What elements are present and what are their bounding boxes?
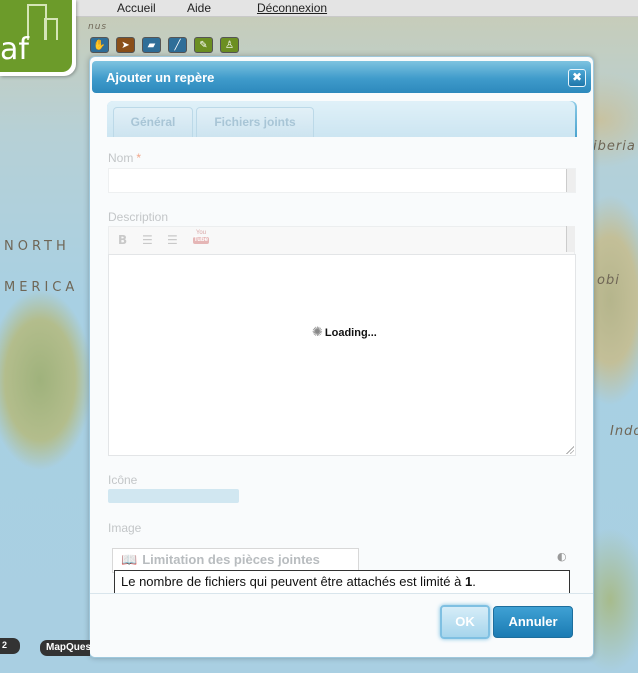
tab-fichiers-joints[interactable]: Fichiers joints: [196, 107, 314, 137]
resize-grip-icon[interactable]: [565, 445, 574, 454]
editor-toolbar: B ☰ ☰ You Tube: [108, 226, 575, 254]
line-icon: ╱: [174, 39, 181, 51]
attachments-limit-title: Limitation des pièces jointes: [142, 552, 320, 567]
pin-icon: ✎: [199, 39, 208, 51]
icone-label: Icône: [108, 473, 138, 487]
dialog-title: Ajouter un repère: [106, 70, 215, 85]
editor-toolbar-scrollbar[interactable]: [566, 226, 575, 252]
app-logo[interactable]: af: [0, 0, 76, 76]
youtube-icon-top: You: [195, 230, 207, 236]
description-editor[interactable]: ✺ Loading...: [108, 254, 576, 456]
book-icon: 📖: [121, 553, 138, 568]
nom-input[interactable]: [108, 168, 576, 193]
bullet-list-icon[interactable]: ☰: [142, 233, 153, 247]
mapquest-badge[interactable]: MapQuest: [40, 640, 90, 656]
building-small-icon: [44, 18, 58, 40]
select-tool-button[interactable]: ➤: [116, 37, 135, 53]
ok-button[interactable]: OK: [440, 605, 490, 639]
map-label-indian-ocean: Indo: [610, 424, 638, 439]
marker-icon: ♙: [225, 39, 234, 51]
logo-background: af: [0, 0, 72, 72]
annuler-button[interactable]: Annuler: [493, 606, 573, 638]
limit-message-end: .: [472, 574, 476, 589]
pin-tool-button[interactable]: ✎: [194, 37, 213, 53]
line-tool-button[interactable]: ╱: [168, 37, 187, 53]
nom-scrollbar[interactable]: [566, 169, 575, 192]
polygon-tool-button[interactable]: ▰: [142, 37, 161, 53]
hand-icon: ✋: [93, 39, 106, 51]
add-marker-dialog: Ajouter un repère ✖ Général Fichiers joi…: [89, 56, 594, 658]
icone-selector[interactable]: [108, 489, 239, 503]
map-toolbar: ✋ ➤ ▰ ╱ ✎ ♙: [90, 37, 239, 53]
bold-button[interactable]: B: [118, 233, 127, 247]
description-label: Description: [108, 210, 169, 224]
required-asterisk: *: [136, 151, 142, 165]
pan-tool-button[interactable]: ✋: [90, 37, 109, 53]
youtube-icon-bottom: Tube: [193, 237, 209, 244]
map-label-north: NORTH: [4, 239, 70, 254]
tab-general[interactable]: Général: [113, 107, 193, 137]
close-dialog-button[interactable]: ✖: [568, 69, 586, 87]
numbered-list-icon[interactable]: ☰: [167, 233, 178, 247]
marker-tool-button[interactable]: ♙: [220, 37, 239, 53]
spinner-icon: ✺: [312, 325, 323, 340]
map-label: nus: [88, 22, 108, 32]
nom-label-text: Nom: [108, 151, 134, 165]
limit-message-text: Le nombre de fichiers qui peuvent être a…: [121, 574, 465, 589]
nav-accueil-link[interactable]: Accueil: [117, 1, 156, 15]
image-label: Image: [108, 521, 142, 535]
polygon-icon: ▰: [147, 39, 156, 51]
nav-aide-link[interactable]: Aide: [187, 1, 211, 15]
nom-label: Nom *: [108, 151, 141, 165]
top-nav-bar: Accueil Aide Déconnexion: [0, 0, 638, 17]
loading-text: Loading...: [324, 326, 377, 339]
map-scale-badge: 2: [0, 638, 20, 654]
nav-deconnexion-link[interactable]: Déconnexion: [257, 1, 327, 15]
map-label-siberia: iberia: [593, 139, 636, 154]
close-icon: ✖: [571, 70, 583, 84]
map-label-america: MERICA: [4, 280, 79, 295]
loading-circle-icon: ◐: [557, 550, 567, 563]
logo-text: af: [0, 32, 29, 67]
youtube-icon[interactable]: You Tube: [193, 230, 209, 248]
pointer-icon: ➤: [121, 39, 130, 51]
map-label-nairobi: obi: [597, 273, 620, 288]
loading-indicator: ✺ Loading...: [312, 325, 377, 340]
dialog-titlebar[interactable]: Ajouter un repère ✖: [92, 61, 591, 93]
